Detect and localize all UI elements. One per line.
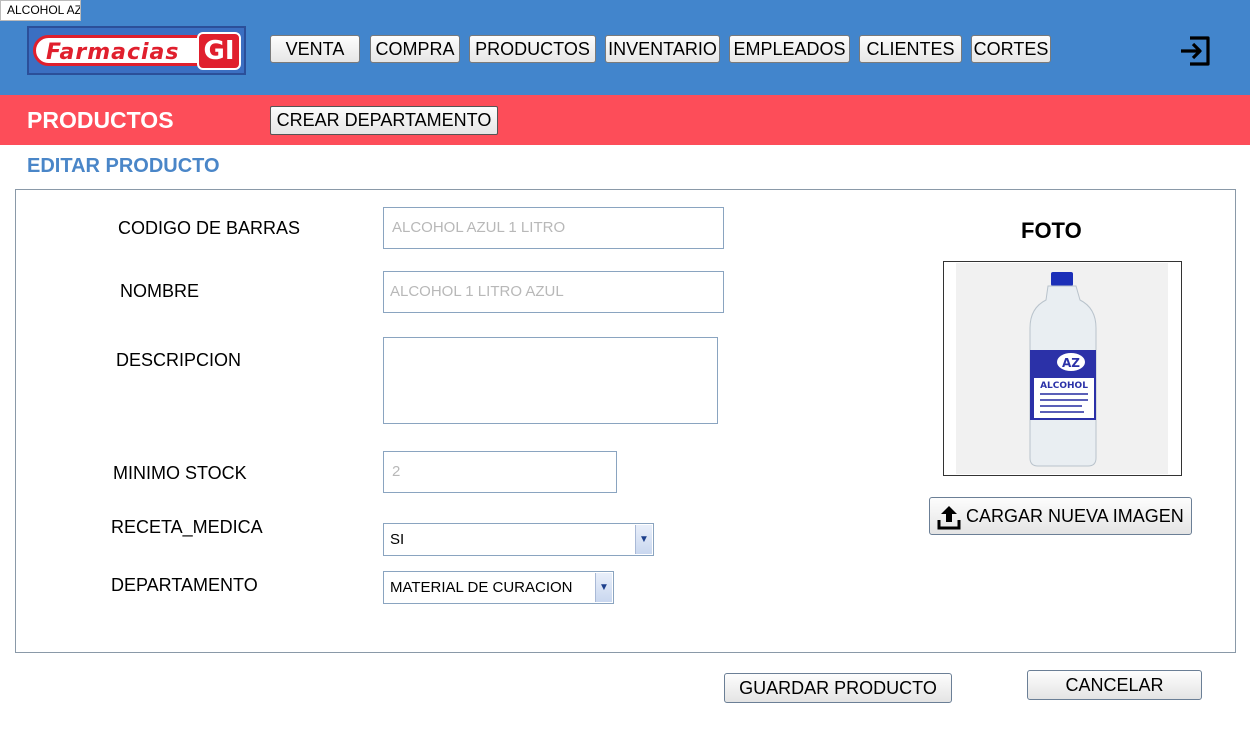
upload-image-label: CARGAR NUEVA IMAGEN [966, 506, 1184, 526]
window-tab-title: ALCOHOL AZ [0, 0, 81, 21]
create-department-button[interactable]: CREAR DEPARTAMENTO [270, 106, 498, 135]
page-subtitle: EDITAR PRODUCTO [27, 155, 220, 177]
name-label: NOMBRE [120, 281, 200, 301]
description-textarea[interactable] [383, 337, 718, 424]
upload-image-button[interactable]: CARGAR NUEVA IMAGEN [929, 497, 1192, 535]
min-stock-input[interactable]: 2 [383, 451, 617, 493]
chevron-down-icon[interactable]: ▼ [635, 525, 652, 554]
prescription-value: SI [390, 531, 405, 548]
nav-productos-button[interactable]: PRODUCTOS [469, 35, 596, 63]
nav-clientes-button[interactable]: CLIENTES [859, 35, 962, 63]
logout-icon[interactable] [1178, 34, 1212, 68]
description-label: DESCRIPCION [116, 350, 242, 370]
name-input[interactable]: ALCOHOL 1 LITRO AZUL [383, 271, 724, 313]
section-bar [0, 95, 1250, 145]
barcode-label: CODIGO DE BARRAS [118, 218, 301, 238]
nav-inventario-button[interactable]: INVENTARIO [605, 35, 720, 63]
save-product-button[interactable]: GUARDAR PRODUCTO [724, 673, 952, 703]
min-stock-label: MINIMO STOCK [113, 463, 247, 483]
photo-title: FOTO [1021, 218, 1082, 243]
product-photo: AZ ALCOHOL [943, 261, 1182, 476]
logo-pill: Farmacias GI [33, 32, 241, 70]
section-title: PRODUCTOS [27, 107, 174, 133]
bottle-brand: AZ [1062, 356, 1080, 370]
cancel-button[interactable]: CANCELAR [1027, 670, 1202, 700]
department-select[interactable]: MATERIAL DE CURACION ▼ [383, 571, 614, 604]
chevron-down-icon[interactable]: ▼ [595, 573, 612, 602]
department-value: MATERIAL DE CURACION [390, 579, 573, 596]
nav-venta-button[interactable]: VENTA [270, 35, 360, 63]
nav-compra-button[interactable]: COMPRA [370, 35, 460, 63]
alcohol-bottle-image: AZ ALCOHOL [1029, 272, 1097, 467]
farmacias-logo: Farmacias GI [27, 26, 246, 75]
bottle-label-text: ALCOHOL [1040, 381, 1088, 391]
upload-icon [937, 506, 961, 530]
logo-badge: GI [197, 32, 241, 70]
nav-cortes-button[interactable]: CORTES [971, 35, 1051, 63]
nav-empleados-button[interactable]: EMPLEADOS [729, 35, 850, 63]
barcode-input[interactable]: ALCOHOL AZUL 1 LITRO [383, 207, 724, 249]
department-label: DEPARTAMENTO [111, 575, 258, 595]
prescription-label: RECETA_MEDICA [111, 517, 263, 537]
prescription-select[interactable]: SI ▼ [383, 523, 654, 556]
logo-text: Farmacias [46, 40, 180, 65]
